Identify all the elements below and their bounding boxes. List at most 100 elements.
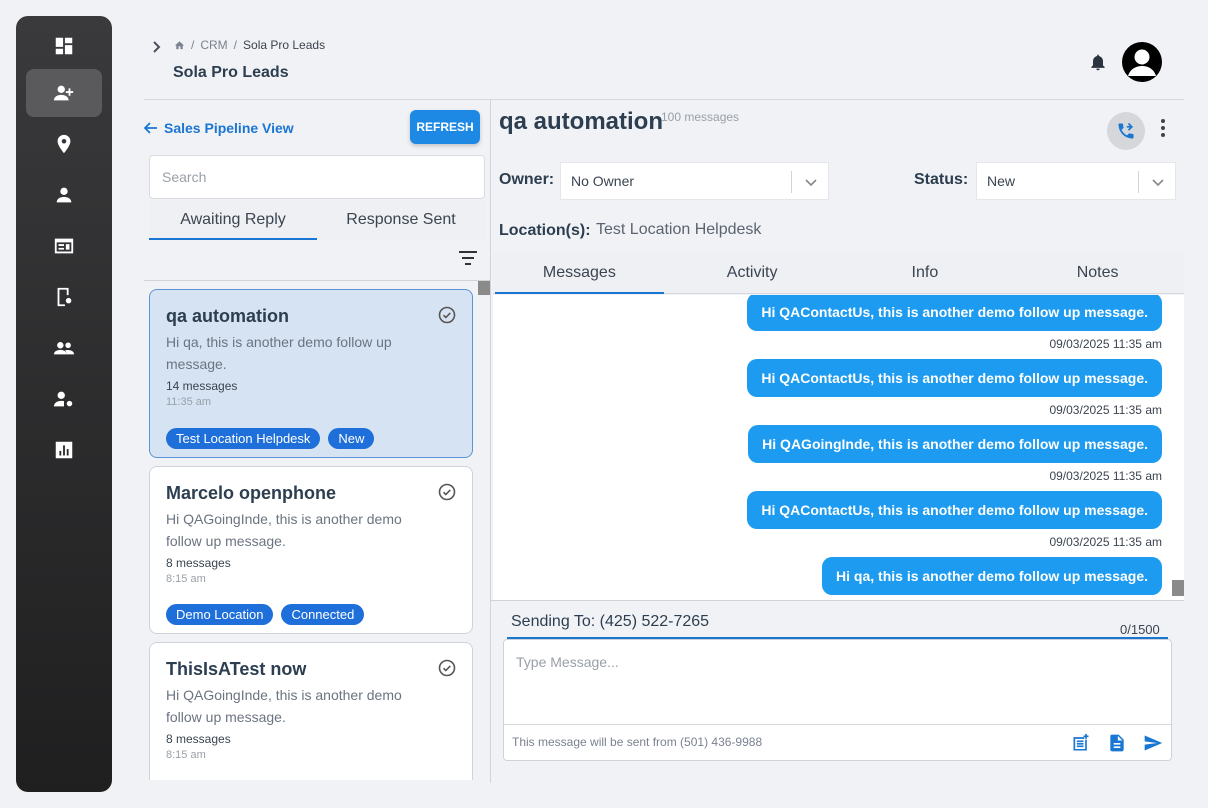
- avatar[interactable]: [1122, 42, 1162, 82]
- refresh-button[interactable]: REFRESH: [410, 110, 480, 144]
- tab-awaiting-reply[interactable]: Awaiting Reply: [149, 200, 317, 240]
- lead-card[interactable]: qa automation Hi qa, this is another dem…: [149, 289, 473, 458]
- message-bubble: Hi QAContactUs, this is another demo fol…: [747, 295, 1162, 331]
- bell-icon[interactable]: [1088, 52, 1108, 72]
- thread-divider: [490, 600, 1184, 601]
- tab-messages[interactable]: Messages: [493, 252, 666, 294]
- person-icon: [56, 187, 72, 203]
- reply-status-tabs: Awaiting Reply Response Sent: [149, 200, 485, 240]
- message-timestamp: 09/03/2025 11:35 am: [1049, 403, 1162, 417]
- status-label: Status:: [914, 171, 969, 188]
- status-value: New: [987, 173, 1016, 189]
- sidebar-item-locations[interactable]: [26, 120, 102, 168]
- sending-to: Sending To: (425) 522-7265: [511, 613, 710, 630]
- phone-forward-icon: [1118, 122, 1134, 139]
- chevron-down-icon: [805, 179, 817, 187]
- location-value: Test Location Helpdesk: [596, 221, 762, 238]
- arrow-left-icon: [144, 122, 157, 134]
- back-link-label: Sales Pipeline View: [164, 120, 294, 136]
- lead-name: Marcelo openphone: [166, 483, 337, 503]
- call-forward-button[interactable]: [1107, 112, 1145, 150]
- breadcrumb-crm[interactable]: CRM: [200, 38, 227, 52]
- filter-icon[interactable]: [458, 250, 478, 266]
- thread-scrollbar[interactable]: [1172, 580, 1184, 596]
- char-count: 0/1500: [1120, 622, 1160, 637]
- location-tag: Test Location Helpdesk: [166, 428, 321, 449]
- send-button[interactable]: [1143, 733, 1163, 753]
- owner-select[interactable]: No Owner: [560, 162, 829, 200]
- lead-preview: Hi QAGoingInde, this is another demo fol…: [166, 687, 402, 725]
- back-to-pipeline-link[interactable]: Sales Pipeline View: [144, 120, 294, 136]
- lead-card[interactable]: ThisIsATest now Hi QAGoingInde, this is …: [149, 642, 473, 780]
- conversation-tabs: Messages Activity Info Notes: [493, 252, 1184, 294]
- lead-time: 8:15 am: [166, 749, 206, 761]
- user-settings-icon: [53, 391, 75, 409]
- attach-document-button[interactable]: [1107, 733, 1127, 753]
- message-timestamp: 09/03/2025 11:35 am: [1049, 337, 1162, 351]
- dashboard-icon: [55, 37, 73, 55]
- message: Hi QAGoingInde, this is another demo fol…: [748, 425, 1162, 483]
- sidebar-item-cards[interactable]: [26, 222, 102, 270]
- lead-card[interactable]: Marcelo openphone Hi QAGoingInde, this i…: [149, 466, 473, 634]
- conversation-title: qa automation: [499, 108, 664, 135]
- leads-icon: [53, 85, 74, 101]
- location-label: Location(s):: [499, 222, 591, 239]
- analytics-icon: [55, 441, 73, 459]
- sidebar-item-settings-page[interactable]: [26, 273, 102, 321]
- more-options-button[interactable]: [1155, 118, 1171, 138]
- message-timestamp: 09/03/2025 11:35 am: [1049, 535, 1162, 549]
- message: Hi qa, this is another demo follow up me…: [822, 557, 1162, 595]
- card-icon: [54, 238, 74, 254]
- status-badge: New: [328, 428, 375, 449]
- message-bubble: Hi qa, this is another demo follow up me…: [822, 557, 1162, 595]
- owner-label: Owner:: [499, 171, 555, 188]
- sidebar-item-contacts[interactable]: [26, 171, 102, 219]
- breadcrumb: / CRM / Sola Pro Leads: [174, 38, 325, 52]
- sidebar-item-team[interactable]: [26, 324, 102, 372]
- owner-value: No Owner: [571, 173, 635, 189]
- lead-preview: Hi qa, this is another demo follow up me…: [166, 334, 392, 372]
- panel-divider: [490, 100, 491, 783]
- message-bubble: Hi QAContactUs, this is another demo fol…: [747, 491, 1162, 529]
- tab-activity[interactable]: Activity: [666, 252, 839, 293]
- page-title: Sola Pro Leads: [173, 64, 289, 81]
- document-icon: [1110, 734, 1124, 752]
- add-template-button[interactable]: [1071, 733, 1091, 753]
- list-scrollbar[interactable]: [478, 281, 490, 295]
- post-add-icon: [1073, 733, 1089, 751]
- message-timestamp: 09/03/2025 11:35 am: [1049, 469, 1162, 483]
- message: Hi QAContactUs, this is another demo fol…: [747, 491, 1162, 549]
- lead-name: ThisIsATest now: [166, 659, 307, 679]
- tab-info[interactable]: Info: [839, 252, 1012, 293]
- tab-response-sent[interactable]: Response Sent: [317, 200, 485, 240]
- status-select[interactable]: New: [976, 162, 1176, 200]
- message-input[interactable]: Type Message...: [516, 654, 619, 670]
- compose-divider: [504, 724, 1171, 725]
- list-divider: [144, 280, 490, 281]
- check-circle-icon[interactable]: [438, 306, 456, 324]
- location-tag: Demo Location: [166, 604, 274, 625]
- sidebar-item-analytics[interactable]: [26, 426, 102, 474]
- sidebar-item-user-settings[interactable]: [26, 375, 102, 423]
- lead-message-count: 8 messages: [166, 556, 231, 570]
- message: Hi QAContactUs, this is another demo fol…: [747, 295, 1162, 351]
- lead-time: 8:15 am: [166, 573, 206, 585]
- message-thread: Hi QAContactUs, this is another demo fol…: [493, 295, 1184, 600]
- search-input[interactable]: Search: [149, 155, 485, 199]
- check-circle-icon[interactable]: [438, 659, 456, 677]
- location-pin-icon: [57, 134, 71, 154]
- lead-message-count: 8 messages: [166, 732, 231, 746]
- sidebar-item-dashboard[interactable]: [26, 22, 102, 70]
- sender-note: This message will be sent from (501) 436…: [512, 735, 763, 749]
- lead-list: qa automation Hi qa, this is another dem…: [149, 289, 473, 780]
- leads-panel: Sales Pipeline View REFRESH Search Await…: [144, 100, 490, 780]
- group-icon: [53, 342, 75, 355]
- sidebar-item-leads[interactable]: [26, 69, 102, 117]
- chevron-right-icon[interactable]: [150, 40, 164, 54]
- lead-name: qa automation: [166, 306, 290, 326]
- home-icon[interactable]: [174, 40, 185, 51]
- tab-notes[interactable]: Notes: [1011, 252, 1184, 293]
- compose-box: Type Message... This message will be sen…: [503, 639, 1172, 761]
- user-avatar-icon: [1128, 49, 1156, 76]
- check-circle-icon[interactable]: [438, 483, 456, 501]
